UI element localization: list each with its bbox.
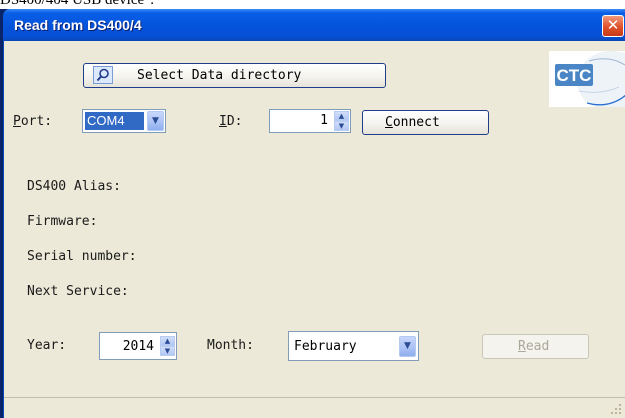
select-data-directory-label: Select Data directory [137,68,302,83]
search-icon [93,66,113,84]
year-spinbox[interactable]: 2014 ▲ ▼ [99,332,177,360]
document-text-fragment: DS400/404 USB device". [0,0,155,8]
connect-button[interactable]: Connect [362,110,489,135]
port-label-rest: ort: [20,114,53,129]
id-label: ID: [219,114,242,129]
port-label: Port: [13,114,52,129]
port-label-accel: P [13,114,21,129]
next-service-label: Next Service: [27,284,129,299]
id-label-rest: D: [226,114,243,129]
month-label: Month: [207,338,254,353]
window-title: Read from DS400/4 [14,17,142,33]
firmware-label: Firmware: [27,214,98,229]
read-label: Read [518,339,549,354]
dialog-client-area: Select Data directory CTC Port: COM4 ▼ I… [3,41,625,418]
spin-down-icon[interactable]: ▼ [334,121,349,131]
chevron-down-icon[interactable]: ▼ [399,336,416,357]
read-button[interactable]: Read [482,334,589,359]
connect-label: Connect [385,115,440,130]
id-label-accel: I [219,114,227,129]
connect-label-rest: onnect [392,115,440,130]
id-value: 1 [320,113,328,128]
port-select[interactable]: COM4 ▼ [82,109,166,133]
id-spinbox[interactable]: 1 ▲ ▼ [269,109,351,133]
logo-text: CTC [557,66,592,85]
spin-up-icon[interactable]: ▲ [160,336,175,346]
month-value: February [294,339,357,354]
chevron-down-icon[interactable]: ▼ [147,111,164,131]
month-select[interactable]: February ▼ [288,331,419,361]
serial-number-label: Serial number: [27,249,137,264]
read-accel: R [518,339,526,354]
status-bar [4,397,625,418]
year-label: Year: [27,338,67,353]
select-data-directory-button[interactable]: Select Data directory [83,63,386,88]
ds400-alias-label: DS400 Alias: [27,179,121,194]
spin-up-icon[interactable]: ▲ [334,111,349,121]
spin-down-icon[interactable]: ▼ [160,346,175,356]
close-icon: ✕ [606,16,620,34]
ctc-logo: CTC [549,51,625,107]
title-bar[interactable]: Read from DS400/4 ✕ [3,9,625,41]
year-value: 2014 [122,339,154,354]
dialog-window: Read from DS400/4 ✕ Select Data director… [0,9,625,418]
resize-grip-icon[interactable] [610,403,622,415]
year-spin-arrows[interactable]: ▲ ▼ [160,336,175,356]
port-value: COM4 [85,112,144,130]
connect-accel: C [385,115,393,130]
close-button[interactable]: ✕ [602,15,624,37]
read-label-rest: ead [525,339,550,354]
id-spin-arrows[interactable]: ▲ ▼ [334,111,349,131]
